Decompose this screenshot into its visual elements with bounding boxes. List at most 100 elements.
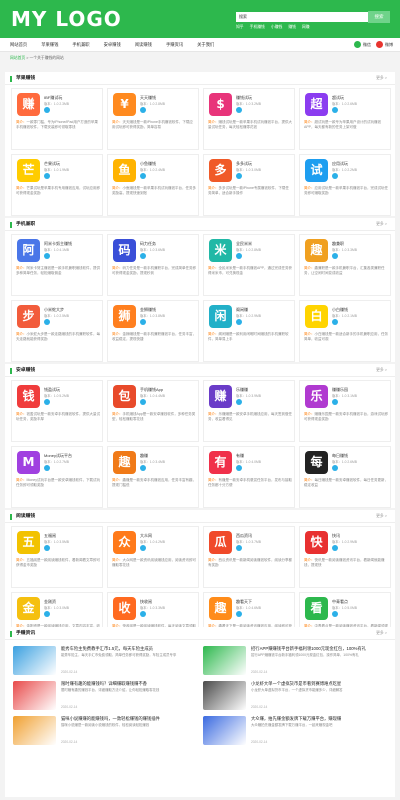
app-icon[interactable]: 米 bbox=[209, 239, 232, 262]
app-icon[interactable]: 趣 bbox=[305, 239, 328, 262]
download-icon[interactable] bbox=[236, 319, 242, 325]
breadcrumb-home[interactable]: 网站首页 bbox=[10, 56, 25, 60]
app-card[interactable]: 乐赚赚乐园 版本：1.0 3.1MB 简介：赚赚乐园是一款安卓手机赚钱平台，游戏试玩… bbox=[299, 380, 391, 442]
app-icon[interactable]: 五 bbox=[17, 531, 40, 554]
download-icon[interactable] bbox=[140, 611, 146, 617]
download-icon[interactable] bbox=[332, 465, 338, 471]
app-card[interactable]: 快快讯 版本：1.0 2.9MB 简介：快讯是一款阅读赚钱资讯平台，看新闻就能赚钱，… bbox=[299, 526, 391, 588]
app-card[interactable]: 五五福阅 版本：1.0 3.5MB 简介：五福阅是一款阅读赚钱软件，看新闻看文章即可… bbox=[11, 526, 103, 588]
app-card[interactable]: M Money试玩平台 版本：1.0 2.7MB 简介：Money试玩平台是一款安卓赚… bbox=[11, 446, 103, 508]
app-icon[interactable]: 多 bbox=[209, 159, 232, 182]
app-card[interactable]: 赚乐赚赚 版本：1.0 3.9MB 简介：乐赚赚是一款安卓手机赚钱应用，每天签到做任… bbox=[203, 380, 295, 442]
news-thumbnail[interactable] bbox=[203, 681, 246, 710]
app-icon[interactable]: 包 bbox=[113, 385, 136, 408]
news-item[interactable]: 猫咪小说赚赚的能赚钱吗，一款轻松赚钱的赚钱插件 猫咪小说赚是一款阅读小说赚钱的软件… bbox=[13, 714, 199, 747]
download-icon[interactable] bbox=[236, 107, 242, 113]
app-card[interactable]: 狮金狮赚钱 版本：1.0 3.8MB 简介：金狮赚钱是一款手机兼职赚钱平台，任务丰富… bbox=[107, 300, 199, 362]
app-card[interactable]: 包手机赚钱App 版本：1.0 4.4MB 简介：手机赚钱App是一款安卓赚钱软件，… bbox=[107, 380, 199, 442]
hot-keyword[interactable]: 知乎 bbox=[236, 25, 244, 29]
download-icon[interactable] bbox=[236, 611, 242, 617]
news-item[interactable]: 限时赚有趣的能赚钱吗？详细赚取赚钱赚不香 限时赚有趣的赚钱平台，详细赚取方法介绍，… bbox=[13, 679, 199, 712]
download-icon[interactable] bbox=[44, 465, 50, 471]
app-icon[interactable]: 快 bbox=[305, 531, 328, 554]
nav-item-apple[interactable]: 苹果赚钱 bbox=[41, 38, 58, 52]
download-icon[interactable] bbox=[332, 173, 338, 179]
nav-item-home[interactable]: 网站首页 bbox=[10, 38, 27, 52]
hot-keyword[interactable]: 小赚钱 bbox=[271, 25, 282, 29]
news-item[interactable]: 大众赚，拍先赚金额发牌下载万赚平台，赚现赚 大众赚拍先赚金额发牌下载万赚平台，一起… bbox=[203, 714, 389, 747]
app-icon[interactable]: 鱼 bbox=[113, 159, 136, 182]
app-icon[interactable]: 白 bbox=[305, 305, 328, 328]
download-icon[interactable] bbox=[332, 611, 338, 617]
hot-keyword[interactable]: 手机赚钱 bbox=[250, 25, 265, 29]
download-icon[interactable] bbox=[236, 399, 242, 405]
more-link[interactable]: 更多 > bbox=[376, 218, 387, 231]
app-card[interactable]: 赚 IBF赚试玩 版本：1.0 2.3MB 简介：一款零门槛、专为iPhone/iPa… bbox=[11, 88, 103, 150]
download-icon[interactable] bbox=[44, 545, 50, 551]
app-icon[interactable]: M bbox=[17, 451, 40, 474]
download-icon[interactable] bbox=[140, 253, 146, 259]
news-thumbnail[interactable] bbox=[13, 716, 56, 745]
app-icon[interactable]: 众 bbox=[113, 531, 136, 554]
download-icon[interactable] bbox=[44, 319, 50, 325]
download-icon[interactable] bbox=[140, 545, 146, 551]
app-card[interactable]: 码码力任务 版本：1.0 3.6MB 简介：码力任务是一款手机兼职平台，完成简单任务… bbox=[107, 234, 199, 296]
app-icon[interactable]: 每 bbox=[305, 451, 328, 474]
download-icon[interactable] bbox=[44, 399, 50, 405]
hot-keyword[interactable]: 赚钱 bbox=[288, 25, 296, 29]
app-icon[interactable]: 趣 bbox=[113, 451, 136, 474]
news-item[interactable]: 能秀车险主免费教手汇币1.5元，每天车险主成员 能秀车险主，每天手汇币免费领取，简… bbox=[13, 644, 199, 677]
app-icon[interactable]: 瓜 bbox=[209, 531, 232, 554]
news-title[interactable]: 招行APP赚赚钱平台新手福利领1000元现金红包，100%有礼 bbox=[251, 646, 389, 652]
download-icon[interactable] bbox=[140, 399, 146, 405]
download-icon[interactable] bbox=[236, 253, 242, 259]
news-thumbnail[interactable] bbox=[13, 646, 56, 675]
app-icon[interactable]: 金 bbox=[17, 597, 40, 620]
app-icon[interactable]: 码 bbox=[113, 239, 136, 262]
app-card[interactable]: 超超试玩 版本：1.0 2.6MB 简介：超试玩是一款专为苹果用户设计的试玩赚钱AP… bbox=[299, 88, 391, 150]
news-title[interactable]: 能秀车险主免费教手汇币1.5元，每天车险主成员 bbox=[61, 646, 199, 652]
nav-item-reading[interactable]: 阅读赚钱 bbox=[135, 38, 152, 52]
app-icon[interactable]: ¥ bbox=[113, 93, 136, 116]
app-card[interactable]: 白小白赚钱 版本：1.0 2.1MB 简介：小白赚钱是一款适合新手的手机兼职应用，任… bbox=[299, 300, 391, 362]
app-icon[interactable]: 狮 bbox=[113, 305, 136, 328]
app-card[interactable]: 鱼小鱼赚钱 版本：1.0 2.4MB 简介：小鱼赚钱是一款苹果手机试玩赚钱平台，任务… bbox=[107, 154, 199, 216]
weixin-link[interactable]: 微信 bbox=[354, 41, 371, 49]
download-icon[interactable] bbox=[332, 545, 338, 551]
search-input[interactable]: 搜索 bbox=[236, 12, 368, 22]
app-icon[interactable]: 赚 bbox=[209, 385, 232, 408]
more-link[interactable]: 更多 > bbox=[376, 72, 387, 85]
app-icon[interactable]: 钱 bbox=[17, 385, 40, 408]
app-card[interactable]: 多多多试玩 版本：1.0 3.0MB 简介：多多试玩是一款iPhone专属赚钱软件，… bbox=[203, 154, 295, 216]
download-icon[interactable] bbox=[44, 611, 50, 617]
nav-item-parttime[interactable]: 手机兼职 bbox=[72, 38, 89, 52]
app-card[interactable]: 瓜西瓜资讯 版本：1.0 3.7MB 简介：西瓜资讯是一款新闻阅读赚钱软件，阅读分享… bbox=[203, 526, 295, 588]
app-card[interactable]: 步小米蛇大步 版本：1.0 2.5MB 简介：小米蛇大步是一款走路赚钱的手机兼职软件… bbox=[11, 300, 103, 362]
app-card[interactable]: 趣趣兼职 版本：1.0 3.3MB 简介：趣兼职是一款手机兼职平台，汇集各类兼职任务… bbox=[299, 234, 391, 296]
app-card[interactable]: 有有赚 版本：1.0 4.0MB 简介：有赚是一款安卓手机悬赏任务平台，发布与接取任… bbox=[203, 446, 295, 508]
nav-item-about[interactable]: 关于我们 bbox=[197, 38, 214, 52]
app-card[interactable]: $ 赚钱试玩 版本：1.0 3.2MB 简介：赚钱试玩是一款苹果手机试玩赚钱平台，提供… bbox=[203, 88, 295, 150]
weibo-link[interactable]: 微博 bbox=[376, 41, 393, 49]
news-item[interactable]: 招行APP赚赚钱平台新手福利领1000元现金红包，100%有礼 招行APP赚赚钱平… bbox=[203, 644, 389, 677]
download-icon[interactable] bbox=[140, 319, 146, 325]
app-card[interactable]: ¥ 天天赚钱 版本：1.0 2.8MB 简介：天天赚钱是一款iPhone手机赚钱软件，… bbox=[107, 88, 199, 150]
app-icon[interactable]: 趣 bbox=[209, 597, 232, 620]
app-icon[interactable]: 收 bbox=[113, 597, 136, 620]
app-icon[interactable]: 有 bbox=[209, 451, 232, 474]
app-card[interactable]: 阿阿米卡努主赚钱 版本：1.0 4.1MB 简介：阿米卡努主赚钱是一款手机兼职赚钱软… bbox=[11, 234, 103, 296]
app-card[interactable]: 米全民米米 版本：1.0 2.8MB 简介：全民米米是一款手机赚钱APP，通过完成任… bbox=[203, 234, 295, 296]
app-icon[interactable]: $ bbox=[209, 93, 232, 116]
more-link[interactable]: 更多 > bbox=[376, 510, 387, 523]
download-icon[interactable] bbox=[44, 173, 50, 179]
app-icon[interactable]: 闲 bbox=[209, 305, 232, 328]
news-title[interactable]: 猫咪小说赚赚的能赚钱吗，一款轻松赚钱的赚钱插件 bbox=[61, 716, 199, 722]
news-item[interactable]: 小龙虾大单一个虚拟货币是币看到赛博难点吃星 小龙虾大单虚拟货币平台，一个虚拟货币能… bbox=[203, 679, 389, 712]
news-title[interactable]: 大众赚，拍先赚金额发牌下载万赚平台，赚现赚 bbox=[251, 716, 389, 722]
more-link[interactable]: 更多 > bbox=[376, 627, 387, 640]
download-icon[interactable] bbox=[332, 319, 338, 325]
app-icon[interactable]: 乐 bbox=[305, 385, 328, 408]
news-thumbnail[interactable] bbox=[203, 646, 246, 675]
download-icon[interactable] bbox=[332, 399, 338, 405]
app-card[interactable]: 钱钱盈试玩 版本：1.0 5.2MB 简介：钱盈试玩是一款安卓手机赚钱软件，提供大量… bbox=[11, 380, 103, 442]
